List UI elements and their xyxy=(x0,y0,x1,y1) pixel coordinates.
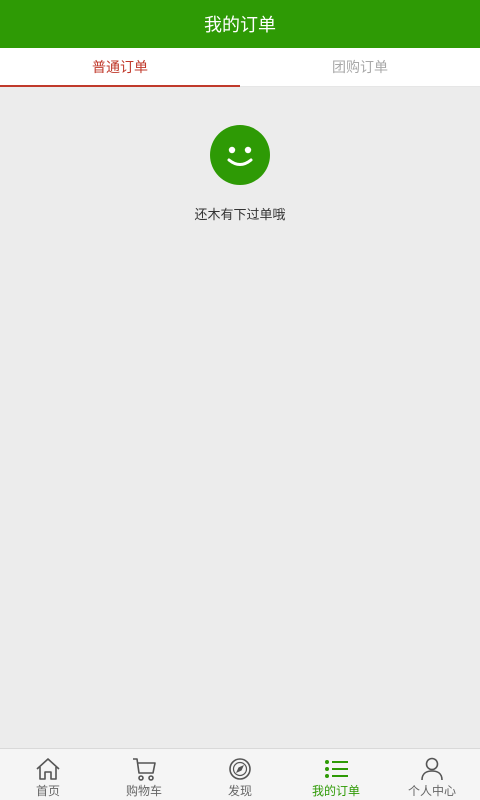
empty-message: 还木有下过单哦 xyxy=(194,208,286,223)
smiley-icon xyxy=(210,125,270,185)
tab-group-orders[interactable]: 团购订单 xyxy=(240,48,480,86)
bottom-nav: 首页 购物车 发现 我的订单 个人中心 xyxy=(0,748,480,800)
nav-home[interactable]: 首页 xyxy=(0,749,96,800)
nav-discover[interactable]: 发现 xyxy=(192,749,288,800)
app-root: 我的订单 普通订单 团购订单 还木有下过单哦 首页 购物车 发现 我的订单 个人… xyxy=(0,0,480,800)
tab-label: 团购订单 xyxy=(332,60,388,76)
compass-icon xyxy=(229,758,251,780)
nav-label: 首页 xyxy=(35,784,60,798)
tab-normal-orders[interactable]: 普通订单 xyxy=(0,48,240,87)
page-title: 我的订单 xyxy=(204,15,276,36)
home-icon xyxy=(36,758,60,780)
nav-profile[interactable]: 个人中心 xyxy=(384,749,480,800)
nav-label: 个人中心 xyxy=(407,784,456,798)
nav-label: 发现 xyxy=(227,784,252,798)
header-bar: 我的订单 xyxy=(0,0,480,48)
user-icon xyxy=(421,757,443,781)
cart-icon xyxy=(133,758,156,781)
empty-state: 还木有下过单哦 xyxy=(0,125,480,223)
nav-cart[interactable]: 购物车 xyxy=(96,749,192,800)
nav-label: 我的订单 xyxy=(311,784,360,798)
list-icon xyxy=(325,760,348,778)
nav-label: 购物车 xyxy=(125,784,162,798)
tab-label: 普通订单 xyxy=(92,60,148,76)
nav-my-orders[interactable]: 我的订单 xyxy=(288,749,384,800)
order-tabs: 普通订单 团购订单 xyxy=(0,48,480,87)
